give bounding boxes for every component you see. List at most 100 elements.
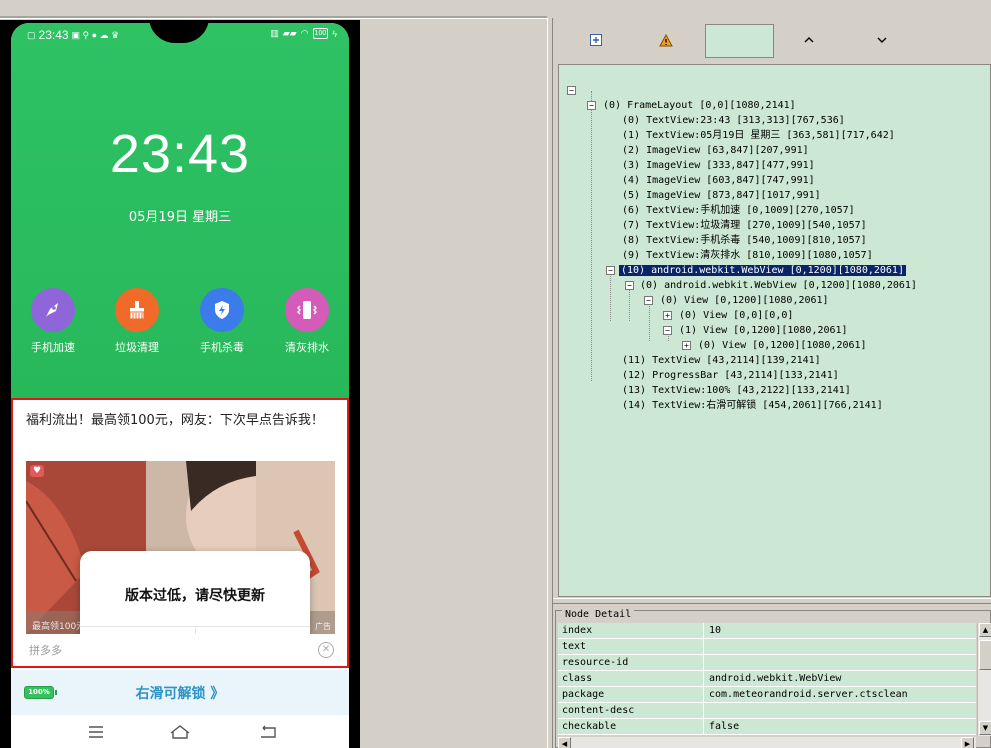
- collapse-toggle[interactable]: −: [606, 266, 615, 275]
- tree-node-label: (10) android.webkit.WebView [0,1200][108…: [619, 265, 906, 276]
- tree-node-label: (2) ImageView [63,847][207,991]: [622, 145, 809, 156]
- tool-drain[interactable]: 清灰排水: [277, 288, 337, 355]
- unlock-bar[interactable]: 100% 右滑可解锁 》: [11, 670, 349, 715]
- phone-screen[interactable]: ▢ 23:43 ▣ ⚲ ● ☁ ♛ ▥ ▰▰ ◠ 100 ϟ 23:43 05月…: [11, 23, 349, 748]
- ad-card[interactable]: 福利流出！最高领100元，网友：下次早点告诉我！ ♥ 最高领100元，具体金额以…: [11, 398, 349, 668]
- chevron-up-icon[interactable]: [801, 32, 817, 48]
- detail-key: index: [562, 625, 593, 636]
- tree-node[interactable]: (9) TextView:清灰排水 [810,1009][1080,1057]: [622, 249, 873, 263]
- detail-row[interactable]: checkable false: [558, 719, 976, 735]
- tree-node[interactable]: (1) TextView:05月19日 星期三 [363,581][717,64…: [622, 129, 895, 143]
- update-dialog: 版本过低，请尽快更新 取消 确定: [80, 551, 310, 634]
- detail-row[interactable]: content-desc: [558, 703, 976, 719]
- tree-node[interactable]: (7) TextView:垃圾清理 [270,1009][540,1057]: [622, 219, 867, 233]
- tree-node-label: (3) ImageView [333,847][477,991]: [622, 160, 815, 171]
- collapse-toggle[interactable]: −: [644, 296, 653, 305]
- tree-node-label: (6) TextView:手机加速 [0,1009][270,1057]: [622, 205, 855, 216]
- tool-clean[interactable]: 垃圾清理: [107, 288, 167, 355]
- scroll-thumb[interactable]: [979, 640, 991, 670]
- tool-antivirus[interactable]: 手机杀毒: [192, 288, 252, 355]
- tool-speedup[interactable]: 手机加速: [23, 288, 83, 355]
- horizontal-splitter[interactable]: [553, 598, 991, 604]
- tree-node[interactable]: (0) TextView:23:43 [313,313][767,536]: [622, 114, 845, 128]
- vertical-scrollbar[interactable]: ▲ ▼: [977, 623, 991, 736]
- signal-icon: ▰▰: [282, 28, 297, 38]
- tree-node[interactable]: (14) TextView:右滑可解锁 [454,2061][766,2141]: [622, 399, 883, 413]
- scroll-left-icon[interactable]: ◀: [558, 737, 571, 748]
- status-bar: ▢ 23:43 ▣ ⚲ ● ☁ ♛ ▥ ▰▰ ◠ 100 ϟ: [27, 28, 337, 44]
- inspector-panel: − − (0) FrameLayout [0,0][1080,2141] (0)…: [553, 18, 991, 748]
- expand-toggle[interactable]: +: [663, 311, 672, 320]
- divider: [0, 16, 547, 19]
- wifi-icon: ◠: [300, 28, 309, 38]
- expand-toggle[interactable]: +: [682, 341, 691, 350]
- detail-row[interactable]: resource-id: [558, 655, 976, 671]
- cancel-button[interactable]: 取消: [80, 627, 196, 634]
- broom-icon: [115, 288, 159, 332]
- tree-node[interactable]: (3) ImageView [333,847][477,991]: [622, 159, 815, 173]
- detail-row[interactable]: class android.webkit.WebView: [558, 671, 976, 687]
- expand-all-icon[interactable]: [588, 32, 604, 48]
- menu-icon[interactable]: [85, 723, 107, 741]
- tree-node[interactable]: (0) View [0,1200][1080,2061]: [698, 339, 867, 353]
- tree-guide: [649, 301, 650, 341]
- detail-key: checkable: [562, 721, 617, 732]
- tree-node[interactable]: (0) android.webkit.WebView [0,1200][1080…: [640, 279, 917, 293]
- scroll-up-icon[interactable]: ▲: [979, 623, 991, 637]
- rocket-icon: [31, 288, 75, 332]
- tree-node-label: (7) TextView:垃圾清理 [270,1009][540,1057]: [622, 220, 867, 231]
- detail-row[interactable]: package com.meteorandroid.server.ctsclean: [558, 687, 976, 703]
- tree-node[interactable]: (6) TextView:手机加速 [0,1009][270,1057]: [622, 204, 855, 218]
- back-icon[interactable]: [257, 723, 279, 741]
- collapse-toggle[interactable]: −: [625, 281, 634, 290]
- vibrate-icon: [285, 288, 329, 332]
- tree-node-label: (0) View [0,1200][1080,2061]: [660, 295, 829, 306]
- detail-row[interactable]: text: [558, 639, 976, 655]
- tree-node[interactable]: (0) FrameLayout [0,0][1080,2141]: [603, 99, 796, 113]
- tree-node[interactable]: (8) TextView:手机杀毒 [540,1009][810,1057]: [622, 234, 867, 248]
- tree-node[interactable]: (2) ImageView [63,847][207,991]: [622, 144, 809, 158]
- detail-key: class: [562, 673, 593, 684]
- warning-icon[interactable]: [658, 32, 674, 48]
- tree-node-label: (1) View [0,1200][1080,2061]: [679, 325, 848, 336]
- status-time: 23:43: [38, 28, 69, 42]
- close-icon[interactable]: ✕: [318, 642, 334, 658]
- collapse-toggle[interactable]: −: [587, 101, 596, 110]
- collapse-toggle[interactable]: −: [663, 326, 672, 335]
- detail-key: package: [562, 689, 605, 700]
- tree-node[interactable]: (13) TextView:100% [43,2122][133,2141]: [622, 384, 851, 398]
- detail-key: content-desc: [562, 705, 635, 716]
- scroll-right-icon[interactable]: ▶: [961, 737, 974, 748]
- detail-value: 10: [709, 625, 722, 636]
- home-icon[interactable]: [169, 723, 191, 741]
- tree-node-selected[interactable]: (10) android.webkit.WebView [0,1200][108…: [619, 264, 906, 278]
- horizontal-scrollbar[interactable]: ◀ ▶: [558, 737, 976, 748]
- tree-node[interactable]: (4) ImageView [603,847][747,991]: [622, 174, 815, 188]
- file-icon: ▢: [27, 29, 36, 40]
- tree-node-label: (13) TextView:100% [43,2122][133,2141]: [622, 385, 851, 396]
- tool-label: 手机杀毒: [200, 341, 244, 354]
- detail-row[interactable]: index 10: [558, 623, 976, 639]
- tree-node[interactable]: (12) ProgressBar [43,2114][133,2141]: [622, 369, 839, 383]
- node-detail-panel: Node Detail index 10 text resource-id cla…: [553, 606, 991, 748]
- tree-node-label: (9) TextView:清灰排水 [810,1009][1080,1057]: [622, 250, 873, 261]
- scroll-down-icon[interactable]: ▼: [979, 721, 991, 735]
- tree-node[interactable]: (5) ImageView [873,847][1017,991]: [622, 189, 821, 203]
- tree-node[interactable]: (1) View [0,1200][1080,2061]: [679, 324, 848, 338]
- confirm-button[interactable]: 确定: [196, 627, 311, 634]
- tree-node[interactable]: (11) TextView [43,2114][139,2141]: [622, 354, 821, 368]
- lockscreen-clock: 23:43: [109, 124, 251, 184]
- ui-hierarchy-tree[interactable]: − − (0) FrameLayout [0,0][1080,2141] (0)…: [558, 64, 991, 597]
- tree-node[interactable]: (0) View [0,1200][1080,2061]: [660, 294, 829, 308]
- ad-watermark: 广告: [315, 622, 331, 631]
- detail-value: false: [709, 721, 740, 732]
- detail-value: android.webkit.WebView: [709, 673, 842, 684]
- collapse-toggle[interactable]: −: [567, 86, 576, 95]
- chevron-down-icon[interactable]: [874, 32, 890, 48]
- ad-image[interactable]: ♥ 最高领100元，具体金额以实际领取为准 广告 版本过低，请尽快更新 取消 确…: [26, 461, 335, 634]
- tree-node[interactable]: (0) View [0,0][0,0]: [679, 309, 793, 323]
- vibrate-icon: ▥: [270, 28, 279, 38]
- detail-key: resource-id: [562, 657, 629, 668]
- swipe-unlock-text[interactable]: 右滑可解锁 》: [11, 683, 349, 703]
- search-box[interactable]: [705, 24, 774, 58]
